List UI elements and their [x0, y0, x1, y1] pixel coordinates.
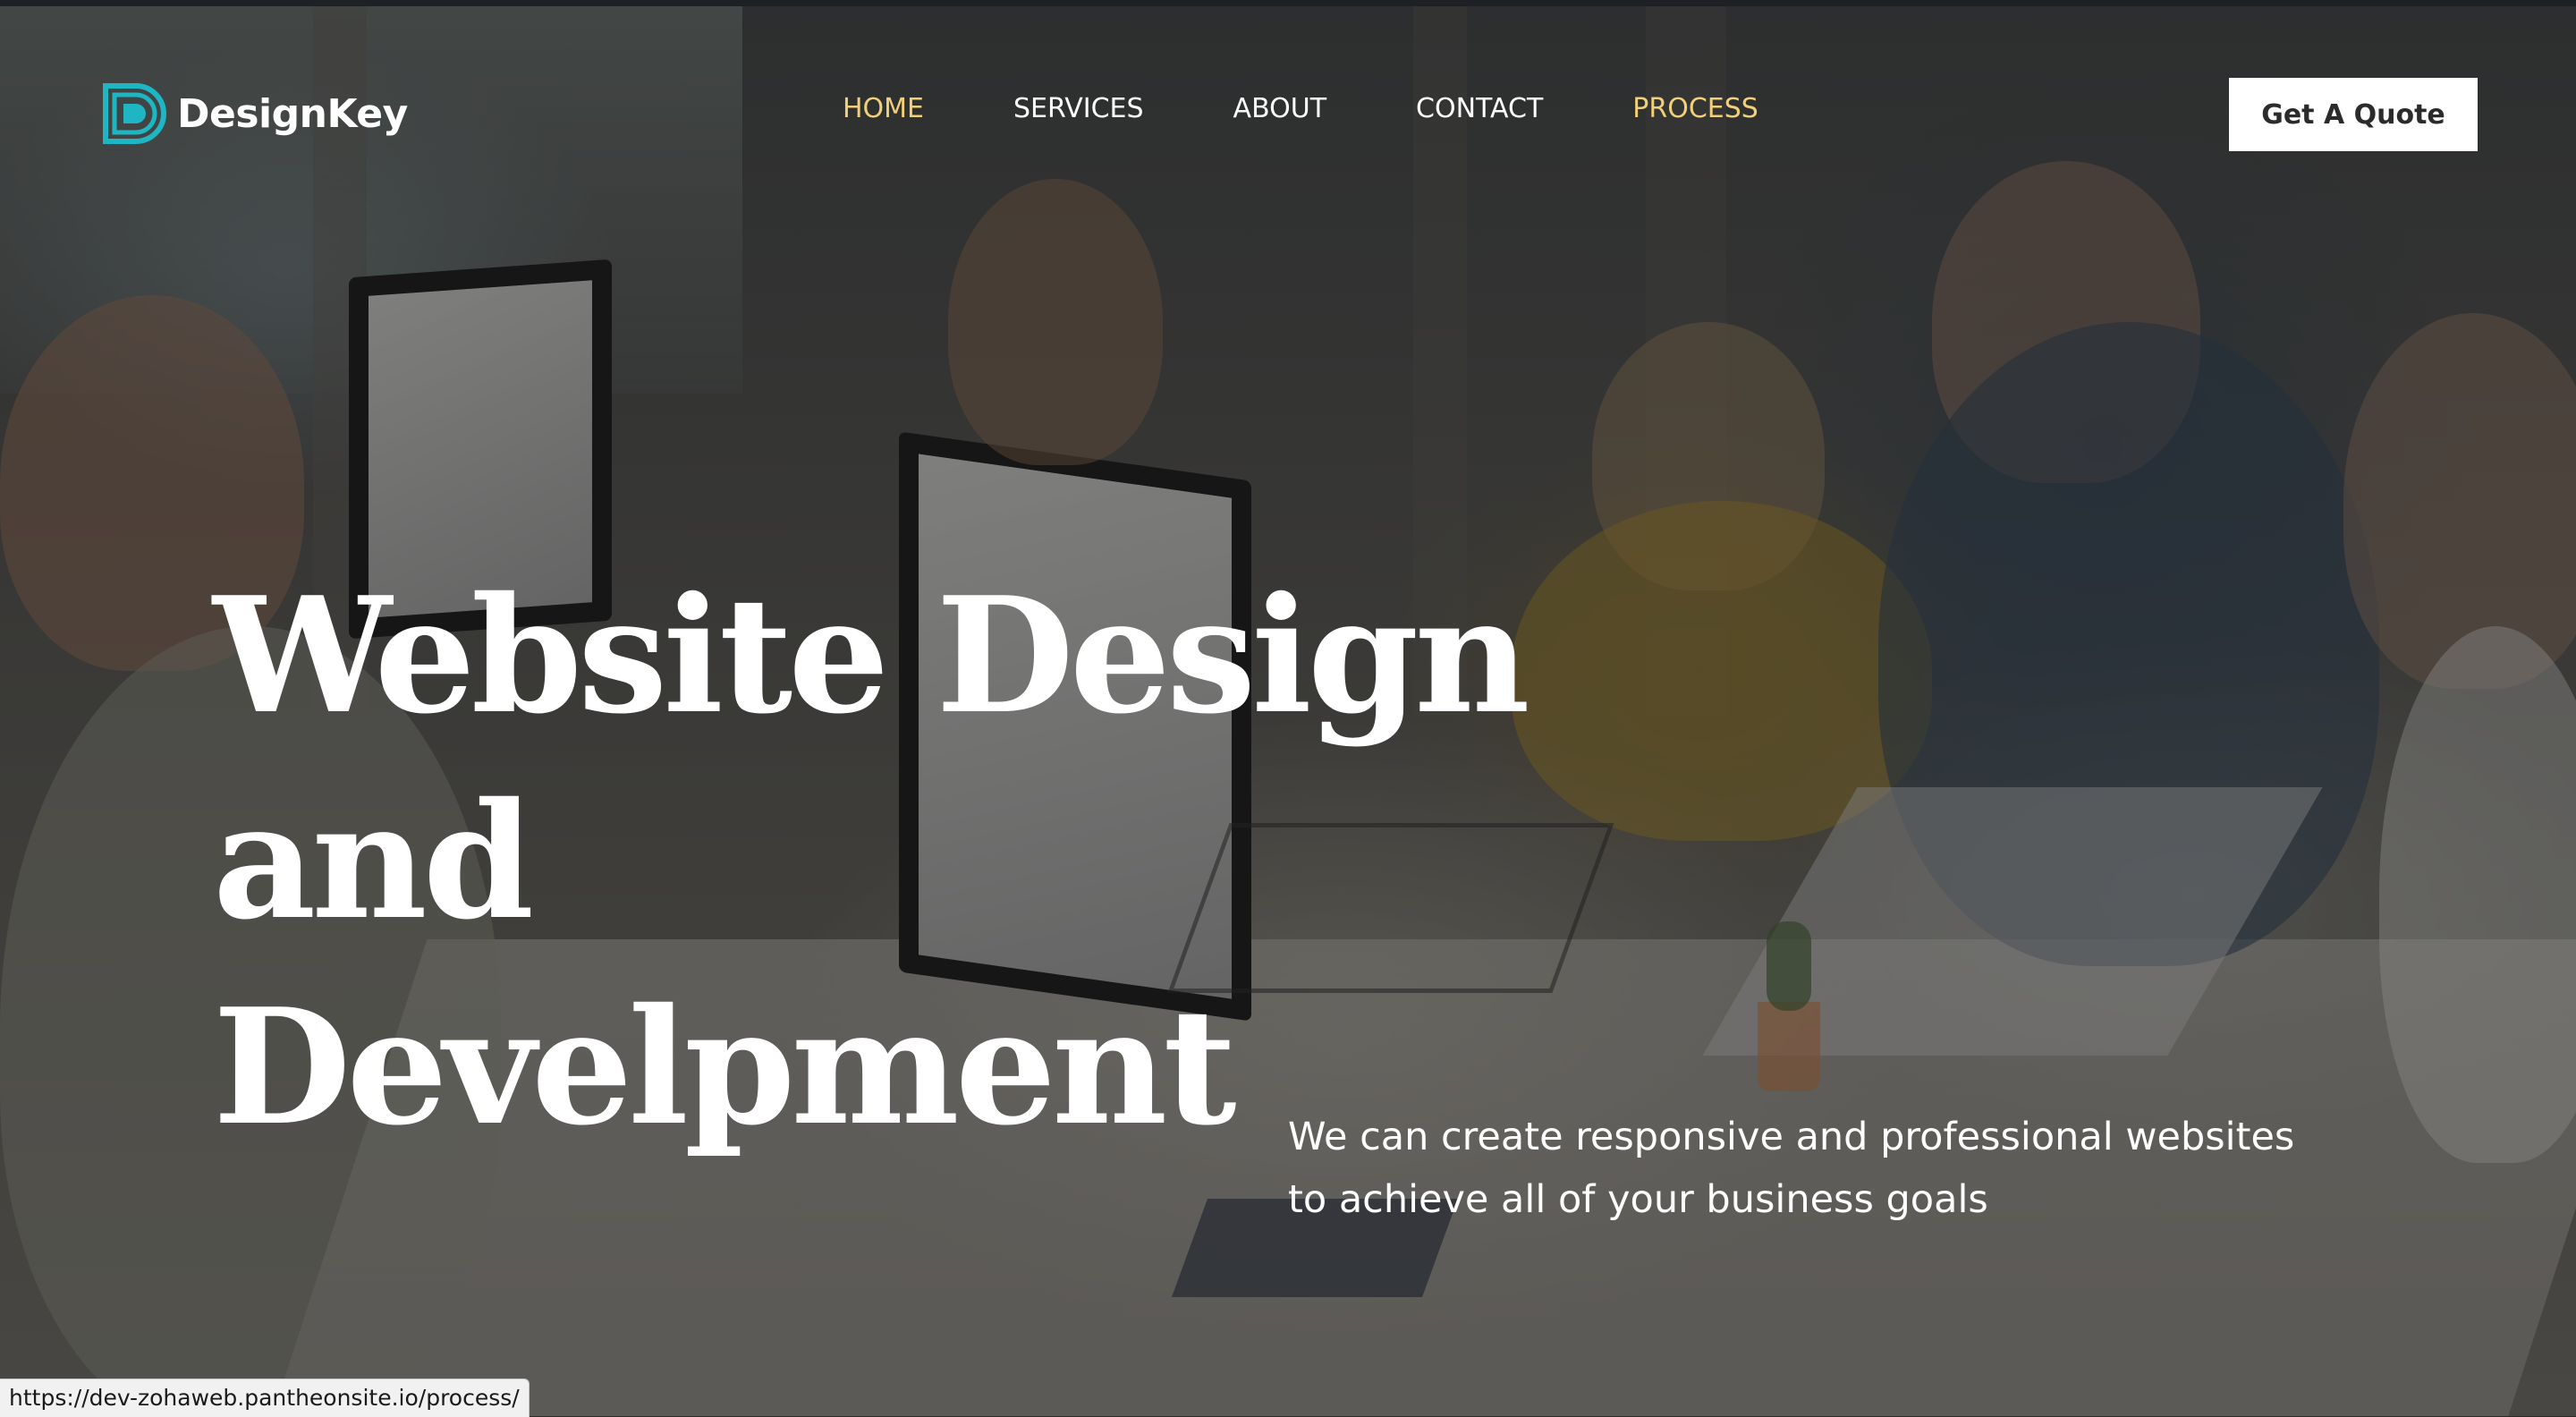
hero-headline-line: Website Design and — [213, 562, 1530, 955]
link-preview-status-bar: https://dev-zohaweb.pantheonsite.io/proc… — [0, 1379, 530, 1417]
brand-name: DesignKey — [177, 90, 408, 137]
main-navigation: HOME SERVICES ABOUT CONTACT PROCESS — [843, 93, 1848, 124]
nav-item-contact[interactable]: CONTACT — [1416, 93, 1543, 124]
nav-item-home[interactable]: HOME — [843, 93, 924, 124]
hero-tagline-line: We can create responsive and professiona… — [1288, 1115, 2295, 1159]
nav-item-services[interactable]: SERVICES — [1013, 93, 1144, 124]
designkey-d-logo-icon — [103, 83, 166, 144]
hero-headline-line: Develpment — [213, 973, 1237, 1160]
get-a-quote-button[interactable]: Get A Quote — [2229, 78, 2478, 151]
top-border — [0, 0, 2576, 6]
nav-item-process[interactable]: PROCESS — [1632, 93, 1758, 124]
brand-logo[interactable]: DesignKey — [102, 82, 408, 145]
hero-tagline-line: to achieve all of your business goals — [1288, 1177, 1988, 1222]
nav-item-about[interactable]: ABOUT — [1233, 93, 1326, 124]
hero-headline: Website Design and Develpment — [213, 553, 1823, 1170]
hero-tagline: We can create responsive and professiona… — [1288, 1106, 2406, 1231]
